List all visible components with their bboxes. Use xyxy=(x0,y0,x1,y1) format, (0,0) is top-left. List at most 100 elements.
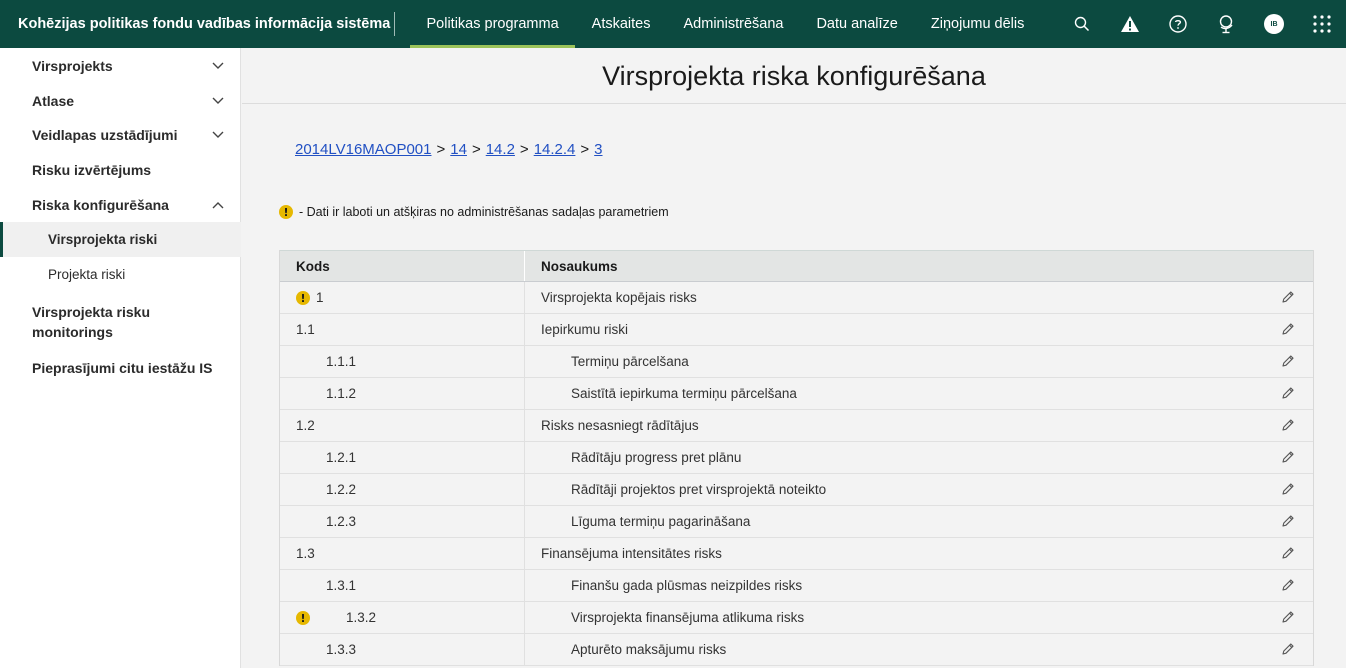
risk-code: 1.1.1 xyxy=(326,354,357,369)
sidebar-item-label: Atlase xyxy=(32,92,75,109)
topnav-datu-analize[interactable]: Datu analīze xyxy=(800,0,914,48)
table-row[interactable]: 1.1 Iepirkumu riski xyxy=(280,314,1313,346)
notice-text: - Dati ir laboti un atšķiras no administ… xyxy=(299,205,669,219)
code-cell: ! 1.3.2 xyxy=(280,602,525,633)
table-row[interactable]: 1.1.2 Saistītā iepirkuma termiņu pārcelša… xyxy=(280,378,1313,410)
chevron-down-icon xyxy=(212,62,224,69)
breadcrumb-link[interactable]: 3 xyxy=(594,141,602,158)
name-cell: Finanšu gada plūsmas neizpildes risks xyxy=(525,570,1313,601)
code-cell: 1.2.1 xyxy=(280,442,525,473)
name-cell: Apturēto maksājumu risks xyxy=(525,634,1313,665)
sidebar-item-label: Pieprasījumi citu iestāžu IS xyxy=(32,359,213,376)
topnav-zinojumu-delis[interactable]: Ziņojumu dēlis xyxy=(914,0,1041,48)
sidebar-item-pieprasijumi-citu-iestazu-is[interactable]: Pieprasījumi citu iestāžu IS xyxy=(0,350,241,385)
name-cell: Līguma termiņu pagarināšana xyxy=(525,506,1313,537)
user-avatar[interactable]: IB xyxy=(1262,12,1286,36)
breadcrumb-separator: > xyxy=(580,141,590,158)
warning-icon[interactable] xyxy=(1118,12,1142,36)
risk-name: Risks nesasniegt rādītājus xyxy=(541,418,699,433)
table-row[interactable]: 1.2.1 Rādītāju progress pret plānu xyxy=(280,442,1313,474)
edit-pencil-icon[interactable] xyxy=(1281,514,1295,528)
sidebar-item-riska-konfiguresana[interactable]: Riska konfigurēšana xyxy=(0,187,241,222)
table-row[interactable]: 1.2 Risks nesasniegt rādītājus xyxy=(280,410,1313,442)
table-row[interactable]: 1.2.3 Līguma termiņu pagarināšana xyxy=(280,506,1313,538)
table-row[interactable]: ! 1 Virsprojekta kopējais risks xyxy=(280,282,1313,314)
table-row[interactable]: 1.3.1 Finanšu gada plūsmas neizpildes ris… xyxy=(280,570,1313,602)
risk-code: 1.3.2 xyxy=(346,610,377,625)
name-cell: Saistītā iepirkuma termiņu pārcelšana xyxy=(525,378,1313,409)
edit-pencil-icon[interactable] xyxy=(1281,578,1295,592)
table-row[interactable]: 1.3 Finansējuma intensitātes risks xyxy=(280,538,1313,570)
edit-pencil-icon[interactable] xyxy=(1281,322,1295,336)
app-title[interactable]: Kohēzijas politikas fondu vadības inform… xyxy=(18,0,390,48)
help-icon[interactable] xyxy=(1166,12,1190,36)
table-row[interactable]: 1.2.2 Rādītāji projektos pret virsprojekt… xyxy=(280,474,1313,506)
chevron-down-icon xyxy=(212,97,224,104)
table-row[interactable]: ! 1.3.2 Virsprojekta finansējuma atlikuma … xyxy=(280,602,1313,634)
breadcrumb-separator: > xyxy=(471,141,481,158)
warning-icon: ! xyxy=(296,611,310,625)
sidebar-item-atlase[interactable]: Atlase xyxy=(0,84,241,117)
column-header-kods[interactable]: Kods xyxy=(280,251,525,281)
topnav-politikas-programma[interactable]: Politikas programma xyxy=(410,0,576,48)
risk-code: 1.2.1 xyxy=(326,450,357,465)
risk-name: Virsprojekta finansējuma atlikuma risks xyxy=(571,610,805,625)
sidebar-item-virsprojekta-risku-monitorings[interactable]: Virsprojekta risku monitorings xyxy=(0,302,241,342)
sidebar-item-label: Riska konfigurēšana xyxy=(32,196,169,213)
table-row[interactable]: 1.1.1 Termiņu pārcelšana xyxy=(280,346,1313,378)
risk-name: Iepirkumu riski xyxy=(541,322,629,337)
edit-pencil-icon[interactable] xyxy=(1281,290,1295,304)
risk-code: 1.3.3 xyxy=(326,642,357,657)
risk-code: 1.1.2 xyxy=(326,386,357,401)
sidebar: Virsprojekts Atlase Veidlapas uzstādījum… xyxy=(0,48,241,668)
topnav-atskaites[interactable]: Atskaites xyxy=(575,0,667,48)
sidebar-item-veidlapas-uzstadijumi[interactable]: Veidlapas uzstādījumi xyxy=(0,117,241,152)
edit-pencil-icon[interactable] xyxy=(1281,386,1295,400)
sidebar-item-label: Virsprojekta riski xyxy=(48,232,158,247)
risk-name: Finanšu gada plūsmas neizpildes risks xyxy=(571,578,803,593)
risk-name: Rādītāju progress pret plānu xyxy=(571,450,742,465)
edit-pencil-icon[interactable] xyxy=(1281,610,1295,624)
edit-pencil-icon[interactable] xyxy=(1281,642,1295,656)
warning-icon: ! xyxy=(279,205,293,219)
breadcrumb-link[interactable]: 2014LV16MAOP001 xyxy=(295,141,432,158)
table-row[interactable]: 1.3.3 Apturēto maksājumu risks xyxy=(280,634,1313,666)
breadcrumb-link[interactable]: 14 xyxy=(450,141,467,158)
breadcrumb-separator: > xyxy=(519,141,529,158)
sidebar-item-virsprojekta-riski[interactable]: Virsprojekta riski xyxy=(0,222,241,257)
column-header-nosaukums[interactable]: Nosaukums xyxy=(525,251,1313,281)
sidebar-item-label: Virsprojekts xyxy=(32,58,113,74)
risk-table: Kods Nosaukums ! 1 Virsprojekta kopējais r… xyxy=(279,250,1314,666)
risk-code: 1.2.2 xyxy=(326,482,357,497)
edit-pencil-icon[interactable] xyxy=(1281,482,1295,496)
risk-code: 1.2 xyxy=(296,418,315,433)
edit-pencil-icon[interactable] xyxy=(1281,546,1295,560)
breadcrumb-link[interactable]: 14.2.4 xyxy=(534,141,576,158)
table-body: ! 1 Virsprojekta kopējais risks 1.1 Iepirkum… xyxy=(280,282,1313,666)
sidebar-item-projekta-riski[interactable]: Projekta riski xyxy=(0,257,241,292)
sidebar-item-label: Virsprojekta risku monitorings xyxy=(32,304,151,340)
breadcrumb-separator: > xyxy=(436,141,446,158)
risk-name: Finansējuma intensitātes risks xyxy=(541,546,722,561)
code-cell: 1.1.2 xyxy=(280,378,525,409)
globe-icon[interactable] xyxy=(1214,12,1238,36)
edit-pencil-icon[interactable] xyxy=(1281,418,1295,432)
name-cell: Virsprojekta kopējais risks xyxy=(525,282,1313,313)
chevron-up-icon xyxy=(212,201,224,208)
search-icon[interactable] xyxy=(1070,12,1094,36)
risk-code: 1.2.3 xyxy=(326,514,357,529)
apps-grid-icon[interactable] xyxy=(1310,12,1334,36)
code-cell: 1.1.1 xyxy=(280,346,525,377)
breadcrumb-link[interactable]: 14.2 xyxy=(486,141,515,158)
risk-name: Līguma termiņu pagarināšana xyxy=(571,514,751,529)
name-cell: Rādītāju progress pret plānu xyxy=(525,442,1313,473)
sidebar-item-virsprojekts[interactable]: Virsprojekts xyxy=(0,48,241,84)
risk-name: Saistītā iepirkuma termiņu pārcelšana xyxy=(571,386,797,401)
name-cell: Iepirkumu riski xyxy=(525,314,1313,345)
main-content: Virsprojekta riska konfigurēšana 2014LV1… xyxy=(242,48,1346,668)
sidebar-item-risku-izvertejums[interactable]: Risku izvērtējums xyxy=(0,152,241,187)
edit-pencil-icon[interactable] xyxy=(1281,450,1295,464)
topnav-administresana[interactable]: Administrēšana xyxy=(667,0,800,48)
edit-pencil-icon[interactable] xyxy=(1281,354,1295,368)
name-cell: Risks nesasniegt rādītājus xyxy=(525,410,1313,441)
